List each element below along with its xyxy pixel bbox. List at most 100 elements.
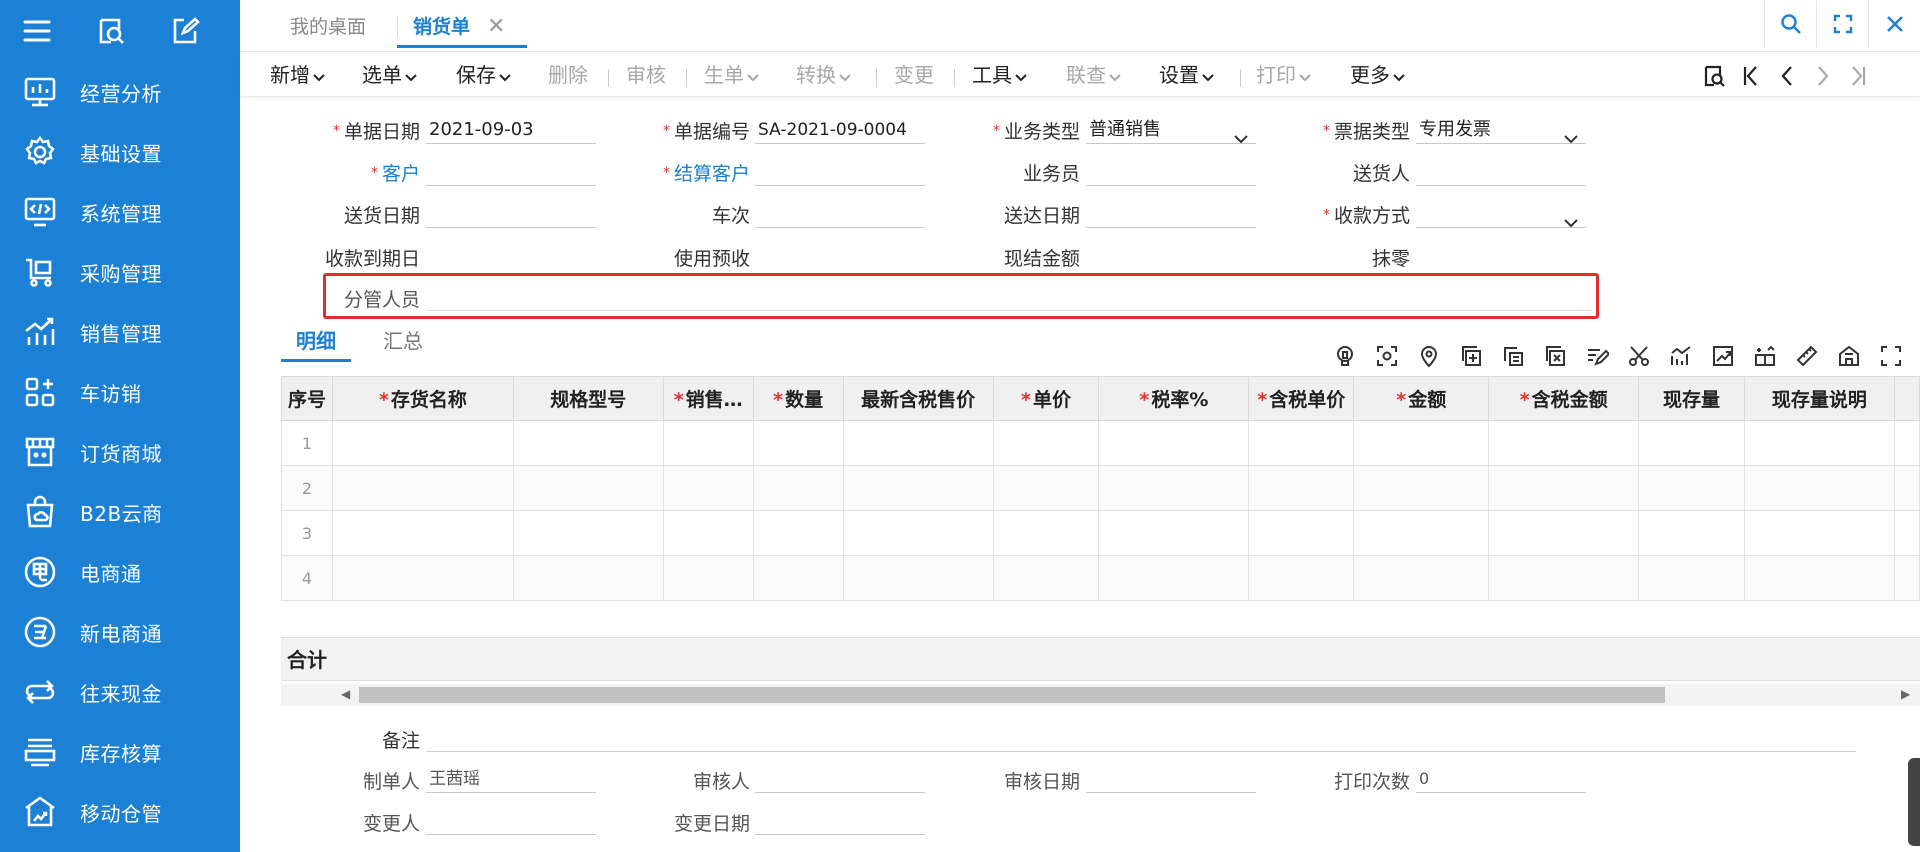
- trend-icon[interactable]: [1709, 342, 1737, 370]
- table-cell[interactable]: [1743, 555, 1895, 601]
- payment-method-select[interactable]: [1416, 200, 1586, 228]
- scroll-left-icon[interactable]: ◀: [341, 687, 350, 701]
- column-header[interactable]: 现存量说明: [1743, 376, 1895, 421]
- sidebar-item-10[interactable]: 往来现金: [0, 662, 240, 722]
- table-cell[interactable]: [1893, 555, 1920, 601]
- tab-summary[interactable]: 汇总: [373, 326, 433, 362]
- scan-icon[interactable]: [1373, 342, 1401, 370]
- menu-icon[interactable]: [0, 0, 74, 62]
- customer-field[interactable]: [426, 158, 596, 186]
- table-cell[interactable]: [1893, 420, 1920, 466]
- table-cell[interactable]: [1638, 555, 1745, 601]
- sidebar-item-2[interactable]: 系统管理: [0, 182, 240, 242]
- table-row[interactable]: 4: [281, 555, 1920, 601]
- scrollbar-thumb[interactable]: [359, 687, 1665, 703]
- remark-field[interactable]: [426, 724, 1856, 752]
- sidebar-item-7[interactable]: B2B云商: [0, 482, 240, 542]
- column-header[interactable]: * 含税单价: [1248, 376, 1355, 421]
- sidebar-item-0[interactable]: 经营分析: [0, 62, 240, 122]
- salesman-field[interactable]: [1086, 158, 1256, 186]
- column-header[interactable]: 最新含税售价: [842, 376, 994, 421]
- table-cell[interactable]: [331, 510, 514, 556]
- line-chart-icon[interactable]: [1667, 342, 1695, 370]
- tab-detail[interactable]: 明细: [281, 326, 351, 362]
- change-button[interactable]: 变更: [894, 59, 934, 91]
- close-icon[interactable]: ✕: [487, 12, 505, 42]
- table-cell[interactable]: [331, 420, 514, 466]
- sidebar-item-8[interactable]: 电商通: [0, 542, 240, 602]
- table-cell[interactable]: [662, 465, 754, 511]
- table-cell[interactable]: [1098, 555, 1250, 601]
- table-cell[interactable]: [842, 420, 994, 466]
- table-cell[interactable]: [992, 465, 1100, 511]
- sidebar-item-9[interactable]: 新电商通: [0, 602, 240, 662]
- last-record-icon[interactable]: [1844, 63, 1872, 89]
- column-header[interactable]: 规格型号: [512, 376, 664, 421]
- table-cell[interactable]: [1638, 465, 1745, 511]
- table-cell[interactable]: [1353, 465, 1490, 511]
- column-header[interactable]: * 单价: [992, 376, 1100, 421]
- sidebar-item-6[interactable]: 订货商城: [0, 422, 240, 482]
- table-cell[interactable]: [331, 555, 514, 601]
- table-cell[interactable]: [662, 555, 754, 601]
- horizontal-scrollbar[interactable]: ◀ ▶: [281, 684, 1920, 706]
- table-row[interactable]: 1: [281, 420, 1920, 466]
- table-cell[interactable]: [1488, 465, 1640, 511]
- side-scroll-handle[interactable]: [1908, 758, 1920, 846]
- search-icon[interactable]: [1764, 0, 1816, 48]
- deliverer-field[interactable]: [1416, 158, 1586, 186]
- sidebar-item-11[interactable]: 库存核算: [0, 722, 240, 782]
- sidebar-item-1[interactable]: 基础设置: [0, 122, 240, 182]
- table-cell[interactable]: [1098, 510, 1250, 556]
- table-cell[interactable]: [1638, 420, 1745, 466]
- select-button[interactable]: 选单: [362, 59, 417, 91]
- table-cell[interactable]: [1353, 510, 1490, 556]
- biz-type-select[interactable]: 普通销售: [1086, 116, 1256, 144]
- delete-button[interactable]: 删除: [548, 59, 588, 91]
- save-button[interactable]: 保存: [456, 59, 511, 91]
- copy-add-icon[interactable]: [1457, 342, 1485, 370]
- generate-button[interactable]: 生单: [704, 59, 759, 91]
- table-cell[interactable]: [512, 555, 664, 601]
- previous-record-icon[interactable]: [1773, 63, 1801, 89]
- fullscreen-icon[interactable]: [1816, 0, 1868, 48]
- table-cell[interactable]: [752, 555, 844, 601]
- column-header[interactable]: * 税率%: [1098, 376, 1250, 421]
- customer-label[interactable]: * 客户: [300, 159, 420, 186]
- table-cell[interactable]: [1743, 465, 1895, 511]
- magnify-report-icon[interactable]: [74, 0, 148, 62]
- audit-button[interactable]: 审核: [626, 59, 666, 91]
- invoice-type-select[interactable]: 专用发票: [1416, 116, 1586, 144]
- scissors-icon[interactable]: [1625, 342, 1653, 370]
- paste-icon[interactable]: [1499, 342, 1527, 370]
- table-cell[interactable]: [1098, 465, 1250, 511]
- scroll-right-icon[interactable]: ▶: [1901, 687, 1910, 701]
- sidebar-item-4[interactable]: 销售管理: [0, 302, 240, 362]
- column-header[interactable]: * 金额: [1353, 376, 1490, 421]
- column-header[interactable]: 序号: [281, 376, 333, 421]
- table-cell[interactable]: [1248, 555, 1355, 601]
- table-cell[interactable]: [1743, 510, 1895, 556]
- find-doc-icon[interactable]: [1700, 63, 1728, 89]
- location-icon[interactable]: [1415, 342, 1443, 370]
- table-cell[interactable]: [1098, 420, 1250, 466]
- split-icon[interactable]: [1751, 342, 1779, 370]
- table-cell[interactable]: [842, 555, 994, 601]
- table-cell[interactable]: [1893, 465, 1920, 511]
- bulb-icon[interactable]: [1331, 342, 1359, 370]
- table-cell[interactable]: [1638, 510, 1745, 556]
- next-record-icon[interactable]: [1809, 63, 1837, 89]
- table-cell[interactable]: [752, 465, 844, 511]
- table-cell[interactable]: [1248, 420, 1355, 466]
- table-cell[interactable]: [842, 465, 994, 511]
- settle-customer-label[interactable]: * 结算客户: [630, 159, 750, 186]
- sidebar-item-12[interactable]: 移动仓管: [0, 782, 240, 842]
- table-cell[interactable]: [1488, 555, 1640, 601]
- table-row[interactable]: 3: [281, 510, 1920, 556]
- table-cell[interactable]: [1248, 465, 1355, 511]
- column-header[interactable]: * 销售…: [662, 376, 754, 421]
- column-header[interactable]: 现存量: [1638, 376, 1745, 421]
- tools-button[interactable]: 工具: [972, 59, 1027, 91]
- table-cell[interactable]: [662, 510, 754, 556]
- table-cell[interactable]: [842, 510, 994, 556]
